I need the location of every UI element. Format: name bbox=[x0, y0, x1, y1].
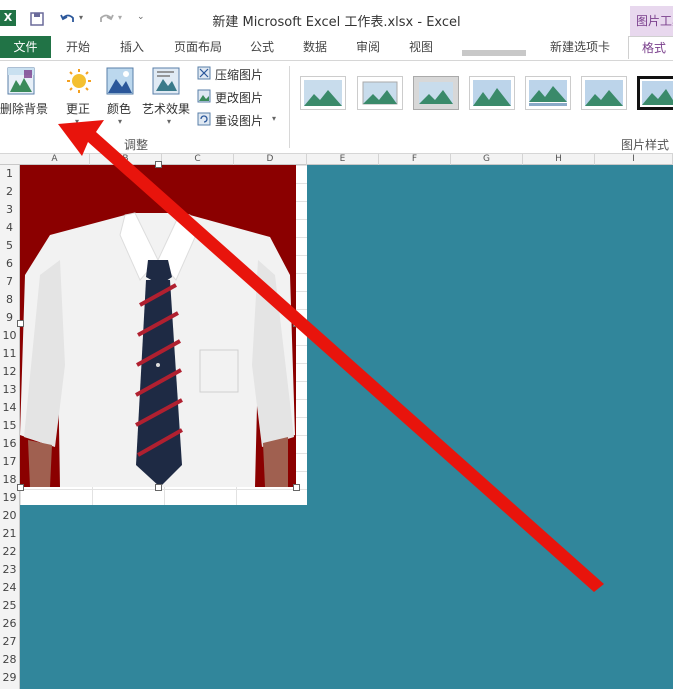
row-header[interactable]: 8 bbox=[0, 291, 19, 309]
remove-background-label[interactable]: 删除背景 bbox=[0, 100, 48, 117]
remove-background-icon[interactable] bbox=[6, 66, 36, 96]
style-thumb-1[interactable] bbox=[300, 76, 346, 110]
row-header[interactable]: 2 bbox=[0, 183, 19, 201]
row-header[interactable]: 7 bbox=[0, 273, 19, 291]
corrections-label[interactable]: 更正 bbox=[66, 100, 90, 117]
tab-page-layout[interactable]: 页面布局 bbox=[174, 36, 222, 58]
group-styles-label: 图片样式 bbox=[621, 138, 670, 152]
teal-fill-area[interactable] bbox=[307, 165, 673, 689]
row-header[interactable]: 4 bbox=[0, 219, 19, 237]
tab-insert[interactable]: 插入 bbox=[120, 36, 144, 58]
artistic-effects-icon[interactable] bbox=[152, 67, 180, 95]
resize-handle[interactable] bbox=[17, 484, 24, 491]
row-header[interactable]: 20 bbox=[0, 507, 19, 525]
resize-handle[interactable] bbox=[155, 484, 162, 491]
tab-format[interactable]: 格式 bbox=[628, 36, 673, 59]
color-label[interactable]: 颜色 bbox=[107, 100, 131, 117]
row-header[interactable]: 1 bbox=[0, 165, 19, 183]
artistic-effects-label[interactable]: 艺术效果 bbox=[142, 100, 190, 117]
resize-handle[interactable] bbox=[155, 161, 162, 168]
row-header[interactable]: 28 bbox=[0, 651, 19, 669]
style-thumb-7[interactable] bbox=[637, 76, 673, 110]
reset-picture-label[interactable]: 重设图片 bbox=[215, 112, 263, 129]
column-header[interactable]: F bbox=[379, 154, 451, 165]
column-header[interactable]: B bbox=[90, 154, 162, 165]
color-icon[interactable] bbox=[106, 67, 134, 95]
tab-new-tab[interactable]: 新建选项卡 bbox=[550, 36, 610, 58]
column-header[interactable]: H bbox=[523, 154, 595, 165]
style-thumb-5[interactable] bbox=[525, 76, 571, 110]
row-header[interactable]: 15 bbox=[0, 417, 19, 435]
column-header[interactable]: I bbox=[595, 154, 673, 165]
column-header[interactable]: C bbox=[162, 154, 234, 165]
change-picture-label[interactable]: 更改图片 bbox=[215, 89, 263, 106]
tab-home[interactable]: 开始 bbox=[66, 36, 90, 58]
shirt-illustration bbox=[20, 165, 296, 487]
corrections-dropdown-icon[interactable]: ▾ bbox=[75, 117, 79, 126]
group-adjust-label: 调整 bbox=[124, 138, 149, 152]
row-header[interactable]: 12 bbox=[0, 363, 19, 381]
reset-dropdown-icon[interactable]: ▾ bbox=[272, 114, 276, 123]
column-header-bar: A B C D E F G H I bbox=[0, 154, 673, 165]
style-thumb-4[interactable] bbox=[469, 76, 515, 110]
tab-data[interactable]: 数据 bbox=[303, 36, 327, 58]
tab-file[interactable]: 文件 bbox=[0, 36, 51, 58]
row-header[interactable]: 24 bbox=[0, 579, 19, 597]
tab-view[interactable]: 视图 bbox=[409, 36, 433, 58]
column-header[interactable]: A bbox=[20, 154, 90, 165]
resize-handle[interactable] bbox=[293, 320, 300, 327]
row-header[interactable]: 10 bbox=[0, 327, 19, 345]
ribbon-separator bbox=[289, 66, 290, 148]
tab-formulas[interactable]: 公式 bbox=[250, 36, 274, 58]
row-header[interactable]: 21 bbox=[0, 525, 19, 543]
row-header[interactable]: 27 bbox=[0, 633, 19, 651]
title-bar: X ▾ ▾ ⌄ 新建 Microsoft Excel 工作表.xlsx - Ex… bbox=[0, 0, 673, 36]
ribbon-tabs: 文件 开始 插入 页面布局 公式 数据 审阅 视图 新建选项卡 格式 bbox=[0, 36, 673, 60]
tab-review[interactable]: 审阅 bbox=[356, 36, 380, 58]
style-thumb-3[interactable] bbox=[413, 76, 459, 110]
row-header[interactable]: 22 bbox=[0, 543, 19, 561]
resize-handle[interactable] bbox=[17, 320, 24, 327]
column-header[interactable]: G bbox=[451, 154, 523, 165]
row-header[interactable]: 29 bbox=[0, 669, 19, 687]
style-thumb-6[interactable] bbox=[581, 76, 627, 110]
compress-pictures-label[interactable]: 压缩图片 bbox=[215, 66, 263, 83]
row-header[interactable]: 19 bbox=[0, 489, 19, 507]
style-thumb-2[interactable] bbox=[357, 76, 403, 110]
compress-pictures-icon[interactable] bbox=[197, 66, 211, 80]
shirt-photo[interactable] bbox=[20, 165, 296, 487]
row-header-bar: 1 2 3 4 5 6 7 8 9 10 11 12 13 14 15 16 1… bbox=[0, 165, 20, 689]
row-header[interactable]: 16 bbox=[0, 435, 19, 453]
change-picture-icon[interactable] bbox=[197, 89, 211, 103]
color-dropdown-icon[interactable]: ▾ bbox=[118, 117, 122, 126]
row-header[interactable]: 13 bbox=[0, 381, 19, 399]
row-header[interactable]: 14 bbox=[0, 399, 19, 417]
column-header[interactable]: D bbox=[234, 154, 307, 165]
corrections-icon[interactable] bbox=[66, 68, 92, 94]
row-header[interactable]: 6 bbox=[0, 255, 19, 273]
resize-handle[interactable] bbox=[293, 484, 300, 491]
row-header[interactable]: 3 bbox=[0, 201, 19, 219]
row-header[interactable]: 26 bbox=[0, 615, 19, 633]
artistic-effects-dropdown-icon[interactable]: ▾ bbox=[167, 117, 171, 126]
tab-scroll-placeholder bbox=[462, 50, 526, 56]
reset-picture-icon[interactable] bbox=[197, 112, 211, 126]
row-header[interactable]: 25 bbox=[0, 597, 19, 615]
row-header[interactable]: 23 bbox=[0, 561, 19, 579]
column-header[interactable]: E bbox=[307, 154, 379, 165]
row-header[interactable]: 11 bbox=[0, 345, 19, 363]
window-title: 新建 Microsoft Excel 工作表.xlsx - Excel bbox=[212, 15, 461, 30]
picture-tools-label: 图片工具 bbox=[630, 6, 673, 36]
row-header[interactable]: 5 bbox=[0, 237, 19, 255]
row-header[interactable]: 17 bbox=[0, 453, 19, 471]
teal-fill-area-lower[interactable] bbox=[20, 505, 307, 689]
